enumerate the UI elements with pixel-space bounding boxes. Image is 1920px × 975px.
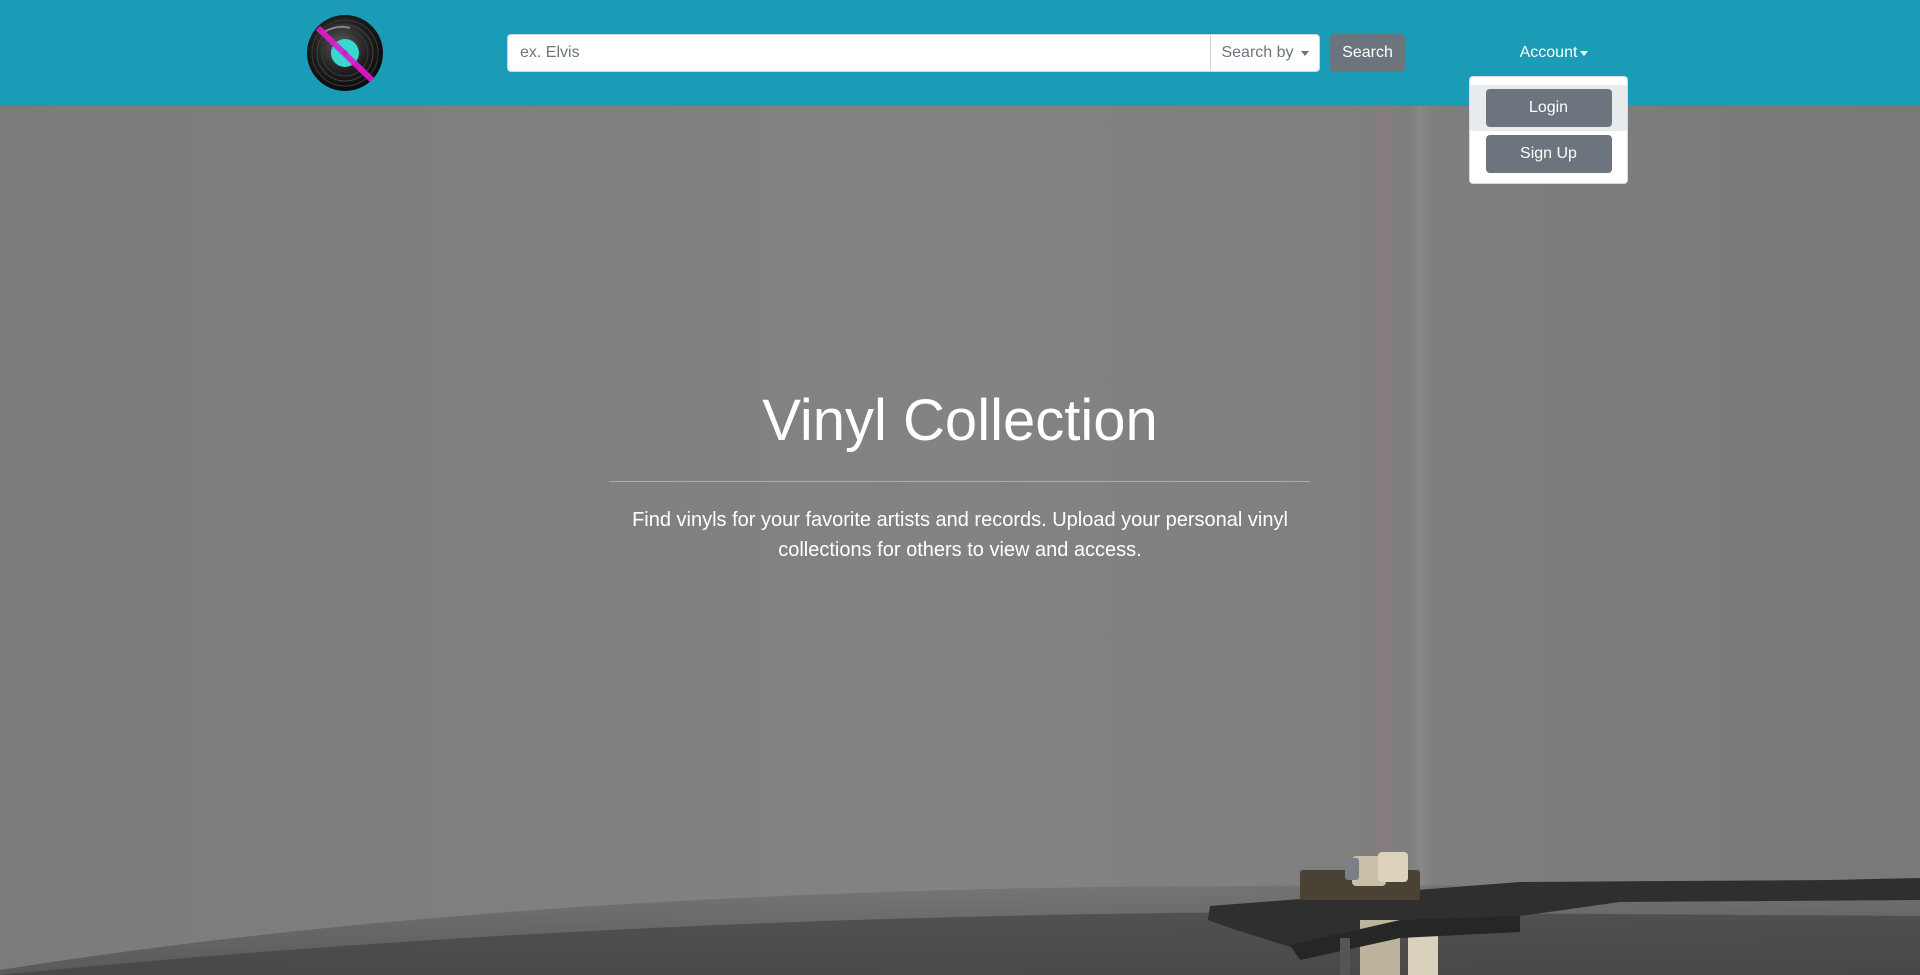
hero-title: Vinyl Collection bbox=[762, 388, 1158, 453]
search-by-label: Search by bbox=[1221, 44, 1294, 61]
search-button[interactable]: Search bbox=[1330, 34, 1405, 72]
dropdown-item-login[interactable]: Login bbox=[1470, 85, 1627, 131]
navbar: Search by Search Account bbox=[0, 0, 1920, 106]
account-label: Account bbox=[1519, 44, 1578, 61]
chevron-down-icon bbox=[1300, 50, 1309, 56]
account-dropdown-toggle[interactable]: Account bbox=[1512, 34, 1596, 72]
vinyl-record-logo-icon[interactable] bbox=[306, 14, 384, 92]
sign-up-label: Sign Up bbox=[1520, 145, 1577, 162]
sign-up-button[interactable]: Sign Up bbox=[1485, 135, 1612, 173]
dropdown-item-signup[interactable]: Sign Up bbox=[1470, 131, 1627, 177]
hero-divider bbox=[609, 481, 1310, 482]
search-button-label: Search bbox=[1342, 44, 1393, 61]
login-label: Login bbox=[1528, 99, 1569, 116]
turntable-tonearm-image bbox=[0, 852, 1920, 975]
search-group: Search by bbox=[507, 34, 1320, 72]
search-input[interactable] bbox=[507, 34, 1210, 72]
login-button[interactable]: Login bbox=[1485, 89, 1612, 127]
search-by-dropdown[interactable]: Search by bbox=[1210, 34, 1320, 72]
hero-description: Find vinyls for your favorite artists an… bbox=[632, 509, 1288, 561]
page: Search by Search Account Login Sign Up V… bbox=[0, 0, 1920, 975]
account-dropdown-menu: Login Sign Up bbox=[1469, 76, 1628, 184]
chevron-down-icon bbox=[1580, 50, 1589, 56]
